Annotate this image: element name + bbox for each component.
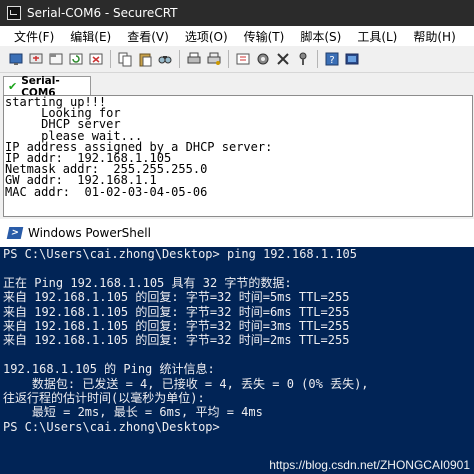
sftp-icon[interactable] <box>295 51 311 67</box>
watermark: https://blog.csdn.net/ZHONGCAI0901 <box>269 458 470 472</box>
connect-icon[interactable] <box>8 51 24 67</box>
find-icon[interactable] <box>157 51 173 67</box>
securecrt-menu-bar: 文件(F) 编辑(E) 查看(V) 选项(O) 传输(T) 脚本(S) 工具(L… <box>0 26 474 46</box>
print-setup-icon[interactable] <box>206 51 222 67</box>
tab-serial-com6[interactable]: ✔ Serial-COM6 <box>3 75 91 99</box>
menu-tools[interactable]: 工具(L) <box>349 28 405 45</box>
help-icon[interactable]: ? <box>324 51 340 67</box>
connect-tab-icon[interactable] <box>48 51 64 67</box>
securecrt-toolbar: ? <box>0 46 474 73</box>
console-line: 最短 = 2ms, 最长 = 6ms, 平均 = 4ms <box>3 405 263 420</box>
securecrt-app-icon <box>7 6 21 20</box>
console-line: 正在 Ping 192.168.1.105 具有 32 字节的数据: <box>3 275 292 290</box>
securecrt-title-bar: Serial-COM6 - SecureCRT <box>0 0 474 26</box>
disconnect-icon[interactable] <box>88 51 104 67</box>
quick-connect-icon[interactable] <box>28 51 44 67</box>
powershell-title-bar: > Windows PowerShell <box>0 219 474 247</box>
menu-view[interactable]: 查看(V) <box>119 28 177 45</box>
copy-icon[interactable] <box>117 51 133 67</box>
svg-text:?: ? <box>329 55 334 66</box>
toolbar-separator <box>110 50 111 68</box>
menu-script[interactable]: 脚本(S) <box>292 28 349 45</box>
toolbar-separator <box>317 50 318 68</box>
menu-edit[interactable]: 编辑(E) <box>62 28 119 45</box>
securecrt-window: Serial-COM6 - SecureCRT 文件(F) 编辑(E) 查看(V… <box>0 0 474 219</box>
powershell-window: > Windows PowerShell PS C:\Users\cai.zho… <box>0 219 474 474</box>
console-line: 往返行程的估计时间(以毫秒为单位): <box>3 390 205 405</box>
terminal-line: MAC addr: 01-02-03-04-05-06 <box>5 184 208 199</box>
securecrt-window-title: Serial-COM6 - SecureCRT <box>27 6 178 20</box>
reconnect-icon[interactable] <box>68 51 84 67</box>
console-line: 数据包: 已发送 = 4, 已接收 = 4, 丢失 = 0 (0% 丢失), <box>3 376 369 391</box>
securecrt-tab-strip: ✔ Serial-COM6 <box>0 73 474 99</box>
keymap-icon[interactable] <box>275 51 291 67</box>
menu-transfer[interactable]: 传输(T) <box>236 28 293 45</box>
powershell-icon: > <box>6 227 24 239</box>
menu-help[interactable]: 帮助(H) <box>405 28 463 45</box>
connected-check-icon: ✔ <box>8 80 18 93</box>
toolbar-separator <box>179 50 180 68</box>
powershell-window-title: Windows PowerShell <box>28 226 151 240</box>
menu-options[interactable]: 选项(O) <box>177 28 236 45</box>
about-icon[interactable] <box>344 51 360 67</box>
console-line: PS C:\Users\cai.zhong\Desktop> ping 192.… <box>3 247 358 261</box>
console-line: 192.168.1.105 的 Ping 统计信息: <box>3 362 215 377</box>
console-line: 来自 192.168.1.105 的回复: 字节=32 时间=6ms TTL=2… <box>3 304 350 319</box>
securecrt-terminal[interactable]: starting up!!! Looking for DHCP server p… <box>3 95 473 217</box>
global-options-icon[interactable] <box>255 51 271 67</box>
toolbar-separator <box>228 50 229 68</box>
console-line: 来自 192.168.1.105 的回复: 字节=32 时间=3ms TTL=2… <box>3 318 350 333</box>
console-line: 来自 192.168.1.105 的回复: 字节=32 时间=5ms TTL=2… <box>3 290 350 305</box>
print-icon[interactable] <box>186 51 202 67</box>
powershell-console[interactable]: PS C:\Users\cai.zhong\Desktop> ping 192.… <box>0 247 474 474</box>
console-line: PS C:\Users\cai.zhong\Desktop> <box>3 419 220 434</box>
paste-icon[interactable] <box>137 51 153 67</box>
console-line: 来自 192.168.1.105 的回复: 字节=32 时间=2ms TTL=2… <box>3 333 350 348</box>
session-options-icon[interactable] <box>235 51 251 67</box>
menu-file[interactable]: 文件(F) <box>0 28 62 45</box>
